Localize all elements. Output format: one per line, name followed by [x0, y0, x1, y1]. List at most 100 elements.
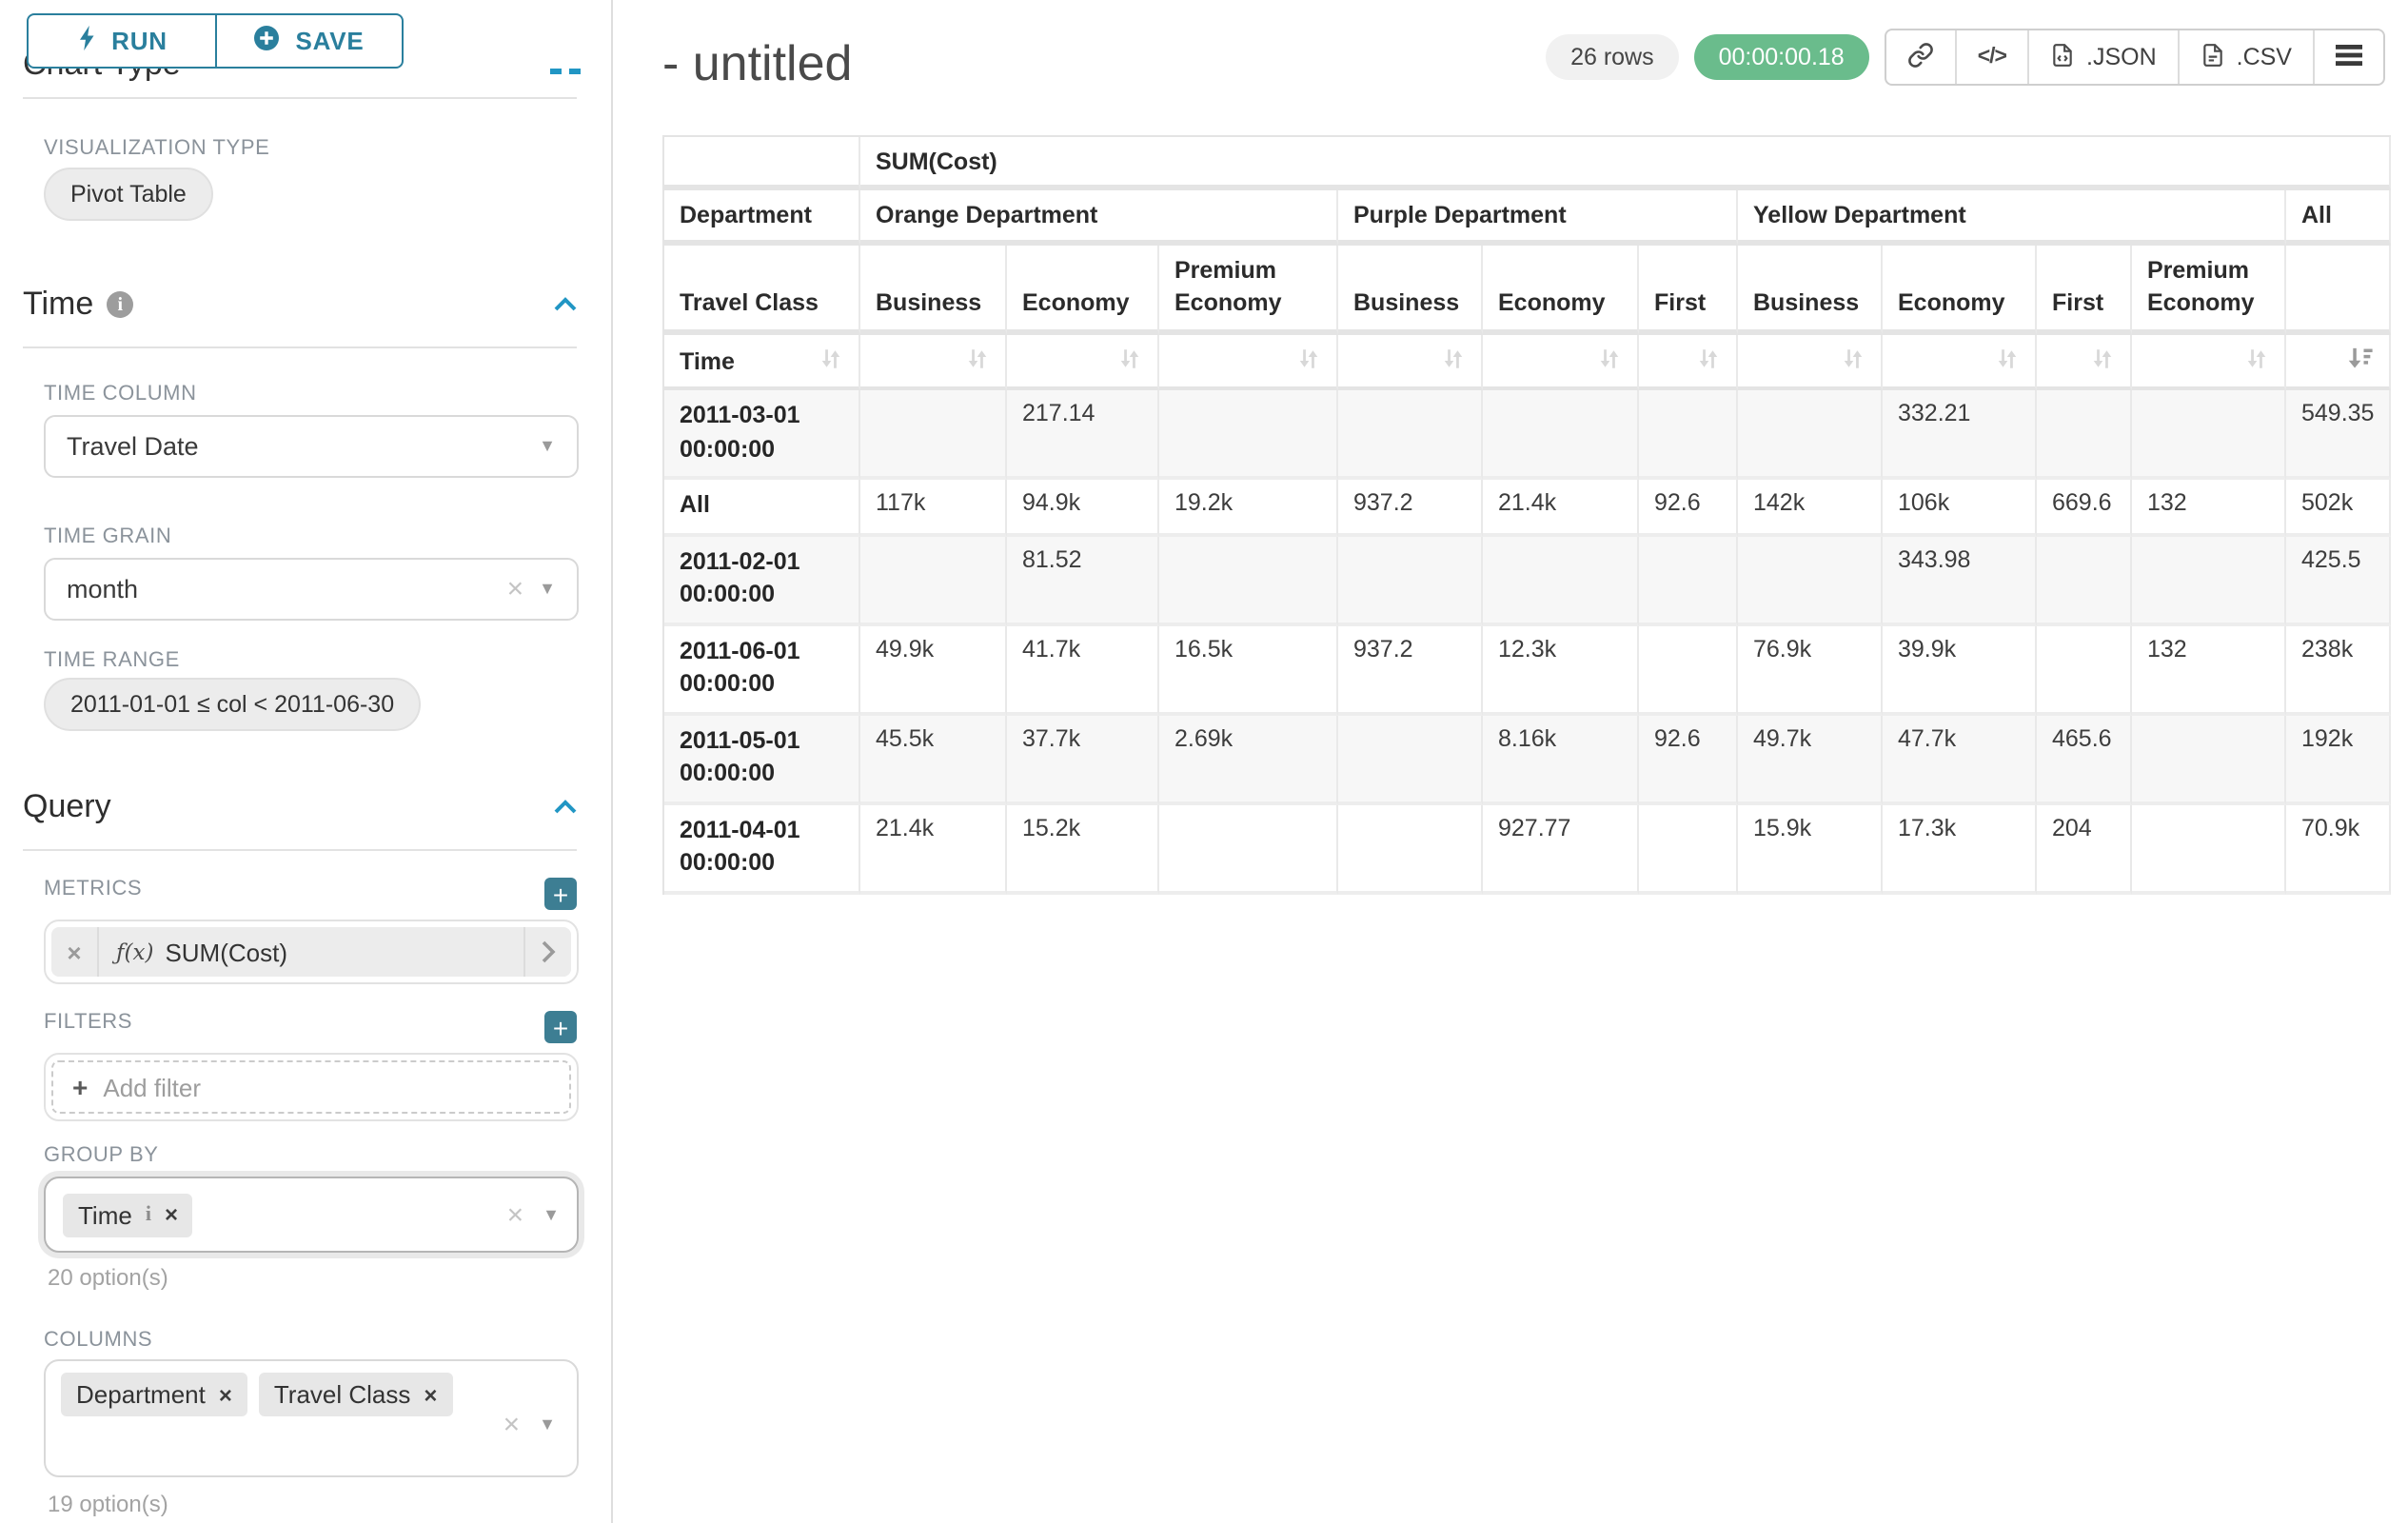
- value-cell: [1483, 536, 1639, 625]
- export-csv-button[interactable]: .CSV: [2178, 30, 2313, 84]
- export-json-button[interactable]: .JSON: [2027, 30, 2178, 84]
- group-by-tag: Time i ×: [63, 1193, 193, 1236]
- travel-class-cell: First: [1639, 246, 1738, 335]
- explore-page: Chart Type RUN SAVE VISUALIZATION TYPE P…: [0, 0, 2408, 1523]
- value-cell: [2037, 536, 2132, 625]
- chart-panel: - untitled 26 rows 00:00:00.18 </> .JSON: [613, 0, 2408, 1523]
- table-row: 2011-05-01 00:00:0045.5k37.7k2.69k8.16k9…: [664, 715, 2391, 804]
- sort-icon[interactable]: [2244, 346, 2269, 376]
- value-cell: 927.77: [1483, 804, 1639, 894]
- value-cell: [1639, 390, 1738, 480]
- value-cell: 16.5k: [1159, 625, 1338, 715]
- value-cell: [1738, 536, 1883, 625]
- sort-icon[interactable]: [1296, 346, 1321, 376]
- sort-descending-icon[interactable]: [2347, 345, 2374, 377]
- value-cell: [2132, 536, 2286, 625]
- plus-circle-icon: [253, 25, 280, 57]
- sort-header-cell[interactable]: [1483, 335, 1639, 390]
- sort-header-cell[interactable]: [1883, 335, 2037, 390]
- sort-icon[interactable]: [1597, 346, 1622, 376]
- metrics-container: × ƒ(x) SUM(Cost): [44, 920, 579, 984]
- value-cell: 332.21: [1883, 390, 2037, 480]
- add-filter-label: Add filter: [103, 1073, 201, 1101]
- value-cell: [2132, 715, 2286, 804]
- chevron-up-icon[interactable]: [554, 297, 577, 312]
- sort-icon[interactable]: [2090, 346, 2115, 376]
- metric-pill[interactable]: × ƒ(x) SUM(Cost): [51, 927, 571, 977]
- time-grain-select[interactable]: month × ▼: [44, 558, 579, 621]
- section-collapse-icon[interactable]: [569, 69, 581, 73]
- clear-icon[interactable]: ×: [507, 1200, 524, 1229]
- embed-code-button[interactable]: </>: [1955, 30, 2027, 84]
- sort-icon[interactable]: [1696, 346, 1721, 376]
- group-by-label: GROUP BY: [44, 1144, 159, 1167]
- save-button[interactable]: SAVE: [214, 15, 402, 67]
- query-timer-badge: 00:00:00.18: [1694, 34, 1869, 81]
- value-cell: [1639, 625, 1738, 715]
- sort-header-cell[interactable]: [2037, 335, 2132, 390]
- time-range-pill[interactable]: 2011-01-01 ≤ col < 2011-06-30: [44, 678, 421, 731]
- group-by-tag-label: Time: [78, 1200, 132, 1229]
- remove-tag-icon[interactable]: ×: [424, 1383, 437, 1406]
- metrics-header-row: METRICS +: [44, 878, 577, 910]
- value-cell: 117k: [860, 480, 1007, 536]
- sort-icon[interactable]: [1441, 346, 1466, 376]
- value-cell: [2037, 390, 2132, 480]
- run-button[interactable]: RUN: [29, 15, 214, 67]
- section-edit-icon[interactable]: [550, 69, 562, 73]
- clear-icon[interactable]: ×: [507, 575, 524, 603]
- sort-header-cell[interactable]: [1007, 335, 1159, 390]
- remove-metric-icon[interactable]: ×: [51, 927, 99, 977]
- row-label-cell: 2011-02-01 00:00:00: [664, 536, 860, 625]
- travel-class-cell: First: [2037, 246, 2132, 335]
- travel-class-cell: Economy: [1007, 246, 1159, 335]
- metrics-label: METRICS: [44, 878, 142, 900]
- sort-header-cell[interactable]: [2132, 335, 2286, 390]
- add-filter-button[interactable]: + Add filter: [51, 1060, 571, 1114]
- time-grain-value: month: [67, 575, 492, 603]
- table-row: All117k94.9k19.2k937.221.4k92.6142k106k6…: [664, 480, 2391, 536]
- sort-icon[interactable]: [819, 346, 843, 376]
- value-cell: 92.6: [1639, 715, 1738, 804]
- query-section-header[interactable]: Query: [23, 788, 577, 826]
- columns-select[interactable]: Department×Travel Class× × ▼: [44, 1359, 579, 1477]
- remove-tag-icon[interactable]: ×: [219, 1383, 232, 1406]
- add-metric-button[interactable]: +: [544, 878, 577, 910]
- value-cell: [2132, 804, 2286, 894]
- sort-header-cell[interactable]: Time: [664, 335, 860, 390]
- chart-menu-button[interactable]: [2313, 30, 2383, 84]
- info-icon[interactable]: i: [107, 291, 133, 318]
- group-by-select[interactable]: Time i × × ▼: [44, 1177, 579, 1253]
- sort-header-cell[interactable]: [860, 335, 1007, 390]
- table-row: 2011-02-01 00:00:0081.52343.98425.5: [664, 536, 2391, 625]
- columns-tag-label: Department: [76, 1380, 206, 1409]
- sort-header-cell[interactable]: [1738, 335, 1883, 390]
- pivot-table: SUM(Cost)DepartmentOrange DepartmentPurp…: [662, 135, 2391, 894]
- short-link-button[interactable]: [1886, 30, 1955, 84]
- viz-type-pill[interactable]: Pivot Table: [44, 168, 213, 221]
- chevron-right-icon[interactable]: [523, 927, 571, 977]
- chevron-up-icon[interactable]: [554, 800, 577, 815]
- columns-tag-label: Travel Class: [274, 1380, 411, 1409]
- sort-icon[interactable]: [1117, 346, 1142, 376]
- time-column-select[interactable]: Travel Date ▼: [44, 415, 579, 478]
- sort-header-cell[interactable]: [1159, 335, 1338, 390]
- sort-header-cell[interactable]: [2286, 335, 2391, 390]
- value-cell: 17.3k: [1883, 804, 2037, 894]
- sort-icon[interactable]: [1995, 346, 2020, 376]
- chart-title[interactable]: - untitled: [662, 34, 852, 93]
- sort-header-cell[interactable]: [1639, 335, 1738, 390]
- value-cell: 39.9k: [1883, 625, 2037, 715]
- clear-icon[interactable]: ×: [503, 1411, 521, 1439]
- add-filter-plus-button[interactable]: +: [544, 1011, 577, 1043]
- filters-container: + Add filter: [44, 1053, 579, 1121]
- table-row: 2011-06-01 00:00:0049.9k41.7k16.5k937.21…: [664, 625, 2391, 715]
- pivot-table-wrap: SUM(Cost)DepartmentOrange DepartmentPurp…: [662, 135, 2391, 894]
- sort-header-cell[interactable]: [1338, 335, 1483, 390]
- time-section-header[interactable]: Time i: [23, 286, 577, 324]
- sort-icon[interactable]: [965, 346, 990, 376]
- chart-header-controls: 26 rows 00:00:00.18 </> .JSON: [1546, 29, 2385, 86]
- remove-tag-icon[interactable]: ×: [165, 1203, 178, 1226]
- value-cell: [1338, 715, 1483, 804]
- sort-icon[interactable]: [1841, 346, 1865, 376]
